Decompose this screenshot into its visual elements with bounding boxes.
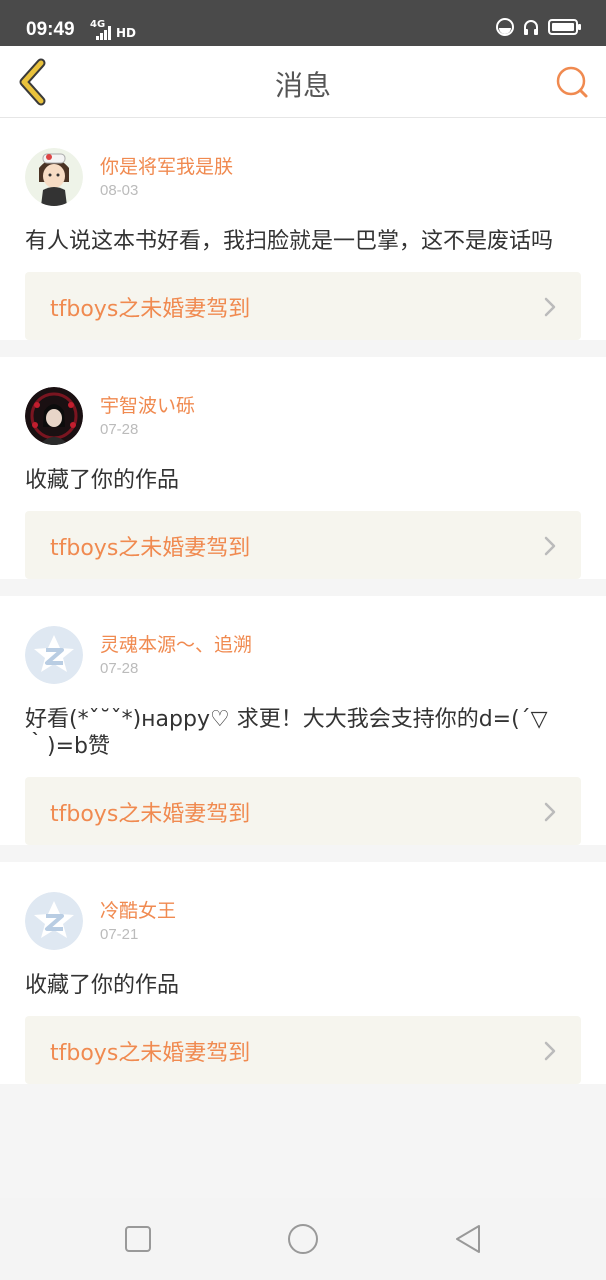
message-date: 07-28 [100, 660, 139, 677]
avatar[interactable] [25, 148, 83, 206]
book-title: tfboys之未婚妻驾到 [50, 536, 251, 561]
message-list: 你是将军我是朕 08-03 有人说这本书好看，我扫脸就是一巴掌，这不是废话吗 t… [0, 118, 606, 1101]
message-text: 收藏了你的作品 [25, 973, 180, 998]
book-title: tfboys之未婚妻驾到 [50, 1041, 251, 1066]
network-indicator: 4G HD [90, 20, 136, 40]
message-card: 冷酷女王 07-21 收藏了你的作品 tfboys之未婚妻驾到 [0, 862, 606, 1084]
default-avatar-icon[interactable] [25, 892, 83, 950]
page-title: 消息 [274, 69, 331, 102]
message-card: 宇智波い砾 07-28 收藏了你的作品 tfboys之未婚妻驾到 [0, 357, 606, 579]
chevron-right-icon [544, 802, 556, 822]
user-name[interactable]: 冷酷女王 [100, 896, 176, 923]
headphones-icon [524, 20, 538, 35]
user-name[interactable]: 宇智波い砾 [100, 391, 195, 418]
status-bar: 09:49 4G HD [0, 0, 606, 46]
battery-icon [548, 19, 581, 35]
back-icon[interactable] [452, 1222, 486, 1256]
message-text: 收藏了你的作品 [25, 468, 180, 493]
chevron-right-icon [544, 1041, 556, 1061]
chevron-right-icon [544, 536, 556, 556]
user-name[interactable]: 你是将军我是朕 [100, 152, 233, 179]
status-time: 09:49 [26, 19, 75, 40]
header: 消息 [0, 46, 606, 118]
message-text: 有人说这本书好看，我扫脸就是一巴掌，这不是废话吗 [25, 229, 554, 254]
home-icon[interactable] [286, 1222, 320, 1256]
message-date: 08-03 [100, 182, 139, 199]
message-user-row: 你是将军我是朕 08-03 [25, 118, 581, 206]
message-user-row: 冷酷女王 07-21 [25, 862, 581, 950]
status-icons [496, 18, 582, 36]
message-user-row: 宇智波い砾 07-28 [25, 357, 581, 445]
book-title: tfboys之未婚妻驾到 [50, 802, 251, 827]
book-link[interactable]: tfboys之未婚妻驾到 [25, 777, 581, 845]
message-card: 灵魂本源〜、追溯 07-28 好看(*ˇ˘ˇ*)нappy♡ 求更！大大我会支持… [0, 596, 606, 845]
avatar[interactable] [25, 387, 83, 445]
message-date: 07-28 [100, 421, 139, 438]
message-date: 07-21 [100, 926, 139, 943]
message-user-row: 灵魂本源〜、追溯 07-28 [25, 596, 581, 684]
book-title: tfboys之未婚妻驾到 [50, 297, 251, 322]
search-icon[interactable] [554, 64, 590, 100]
recent-apps-icon[interactable] [121, 1222, 155, 1256]
signal-icon [96, 26, 111, 40]
chevron-right-icon [544, 297, 556, 317]
user-name[interactable]: 灵魂本源〜、追溯 [100, 630, 252, 657]
default-avatar-icon[interactable] [25, 626, 83, 684]
system-nav-bar [0, 1198, 606, 1280]
book-link[interactable]: tfboys之未婚妻驾到 [25, 272, 581, 340]
hd-badge: HD [116, 26, 137, 40]
book-link[interactable]: tfboys之未婚妻驾到 [25, 511, 581, 579]
message-text: 好看(*ˇ˘ˇ*)нappy♡ 求更！大大我会支持你的d=(´▽｀)=b赞 [25, 707, 548, 759]
moon-icon [496, 18, 514, 36]
message-card: 你是将军我是朕 08-03 有人说这本书好看，我扫脸就是一巴掌，这不是废话吗 t… [0, 118, 606, 340]
book-link[interactable]: tfboys之未婚妻驾到 [25, 1016, 581, 1084]
